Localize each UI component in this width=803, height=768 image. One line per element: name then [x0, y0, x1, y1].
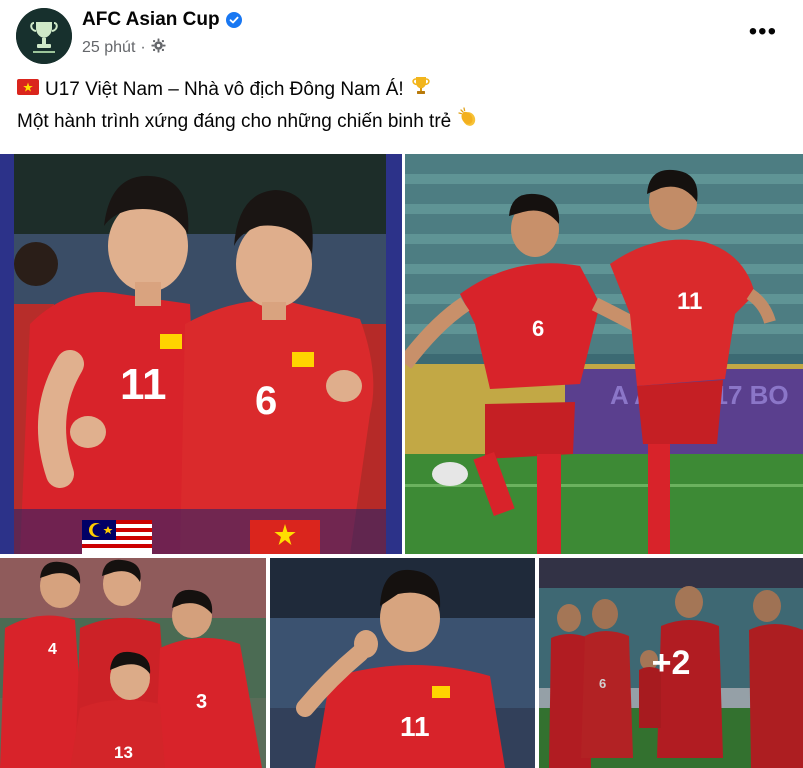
svg-text:11: 11	[120, 360, 167, 409]
photo-2[interactable]: A AFC U17 BO 6 11	[405, 154, 803, 554]
page-name-text[interactable]: AFC Asian Cup	[82, 9, 220, 31]
thumbs-up-player-image: 11	[270, 558, 535, 768]
post-header: AFC Asian Cup 25 phút · •••	[0, 0, 803, 66]
svg-text:6: 6	[532, 316, 544, 341]
trophy-icon	[410, 74, 432, 106]
photo-4[interactable]: 11	[270, 558, 535, 768]
caption-line-1: U17 Việt Nam – Nhà vô địch Đông Nam Á!	[17, 74, 787, 106]
more-options-button[interactable]: •••	[749, 18, 777, 46]
svg-text:4: 4	[48, 641, 57, 658]
page-name[interactable]: AFC Asian Cup	[82, 9, 242, 31]
meta-separator: ·	[140, 39, 146, 56]
svg-text:6: 6	[255, 379, 277, 423]
caption-text-2: Một hành trình xứng đáng cho những chiến…	[17, 111, 452, 132]
photo-5[interactable]: 6 +2	[539, 558, 803, 768]
caption-line-2: Một hành trình xứng đáng cho những chiến…	[17, 106, 787, 138]
running-players-image: A AFC U17 BO 6 11	[405, 154, 803, 554]
post-caption: U17 Việt Nam – Nhà vô địch Đông Nam Á! M…	[17, 74, 787, 138]
more-photos-overlay[interactable]: +2	[539, 558, 803, 768]
page-avatar[interactable]	[16, 8, 72, 64]
verified-badge-icon	[225, 12, 242, 28]
svg-text:11: 11	[677, 288, 702, 315]
photo-3[interactable]: 4 3 13	[0, 558, 266, 768]
gear-icon[interactable]	[151, 38, 166, 58]
post-meta: 25 phút ·	[82, 38, 166, 58]
afc-logo-icon	[16, 8, 72, 64]
svg-text:11: 11	[400, 711, 430, 742]
celebrating-players-image: 11 6	[0, 154, 402, 554]
svg-text:13: 13	[114, 743, 133, 762]
team-group-image: 4 3 13	[0, 558, 266, 768]
caption-text-1: U17 Việt Nam – Nhà vô địch Đông Nam Á!	[45, 79, 404, 100]
vietnam-flag-icon	[17, 75, 39, 105]
svg-text:3: 3	[196, 691, 207, 713]
photo-1[interactable]: 11 6 0-3	[0, 154, 402, 554]
post-timestamp[interactable]: 25 phút	[82, 39, 135, 57]
clapping-hands-icon	[457, 106, 479, 138]
